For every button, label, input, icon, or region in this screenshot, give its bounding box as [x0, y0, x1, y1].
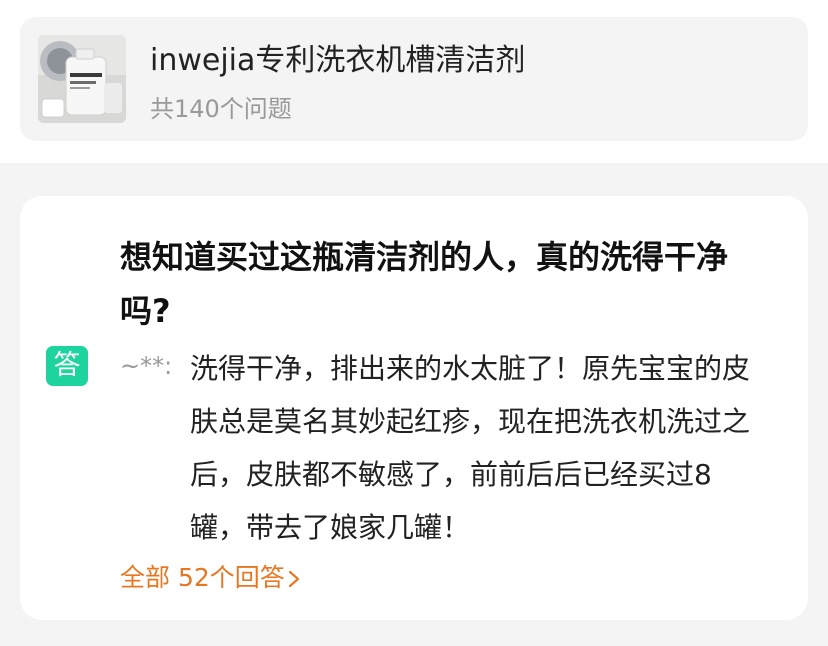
product-title: inwejia专利洗衣机槽清洁剂	[150, 43, 526, 78]
answer-badge: 答	[46, 346, 88, 386]
question-text: 想知道买过这瓶清洁剂的人，真的洗得干净吗?	[120, 238, 729, 330]
all-answers-link[interactable]: 全部 52个回答	[120, 558, 301, 598]
all-answers-label: 全部 52个回答	[120, 563, 285, 592]
answer-text: 洗得干净，排出来的水太脏了！原先宝宝的皮肤总是莫名其妙起红疹，现在把洗衣机洗过之…	[190, 352, 751, 544]
top-strip: inwejia专利洗衣机槽清洁剂 共140个问题	[0, 0, 828, 163]
product-card[interactable]: inwejia专利洗衣机槽清洁剂 共140个问题	[20, 17, 808, 141]
answer-username: ~**:	[120, 352, 173, 380]
product-image	[38, 35, 126, 123]
qa-card[interactable]: 想知道买过这瓶清洁剂的人，真的洗得干净吗? 答 ~**: 洗得干净，排出来的水太…	[20, 196, 808, 620]
chevron-right-icon	[288, 570, 299, 588]
product-thumbnail	[38, 35, 126, 123]
question-count: 共140个问题	[150, 95, 292, 123]
